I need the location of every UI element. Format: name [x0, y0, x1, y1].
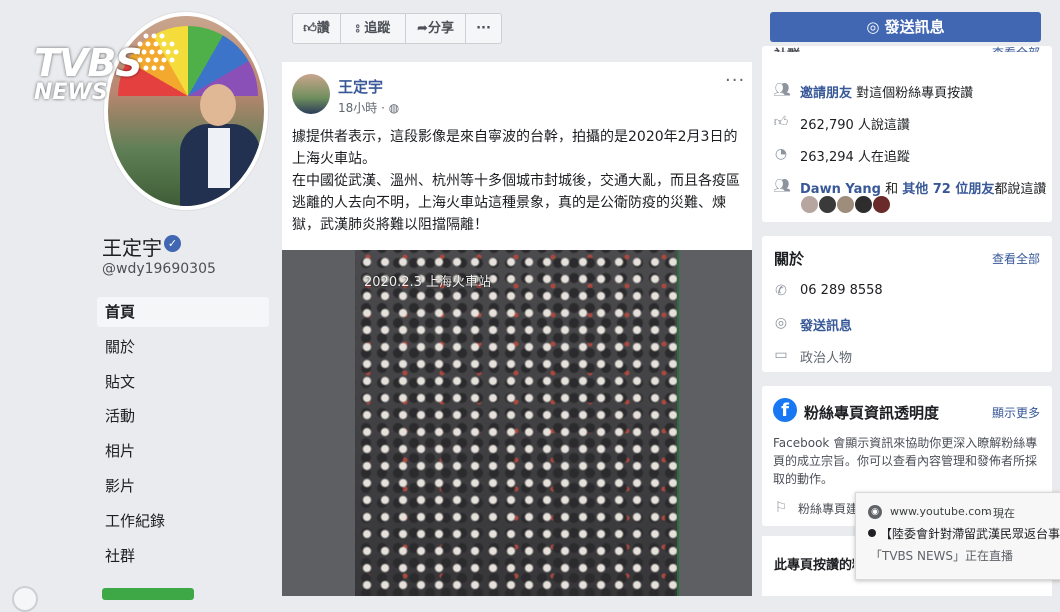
post-video[interactable] — [355, 250, 679, 596]
follow-button[interactable]: ⦂ 追蹤 — [341, 14, 406, 43]
friend-avatar[interactable] — [872, 195, 891, 214]
notification-title: 【陸委會針對滯留武漢民眾返台事宜 — [880, 527, 1060, 541]
transparency-text: Facebook 會顯示資訊來協助你更深入瞭解粉絲專頁的成立宗旨。你可以查看內容… — [773, 436, 1038, 486]
liked-pages-heading: 此專頁按讚的粉 — [774, 558, 854, 573]
notification-time: · 現在 — [986, 507, 1015, 520]
round-icon[interactable] — [12, 586, 38, 612]
post-author-name[interactable]: 王定宇 — [338, 76, 383, 97]
video-caption: 2020.2.3 上海火車站 — [364, 275, 492, 290]
friend-avatar[interactable] — [800, 195, 819, 214]
youtube-notification[interactable]: ◉ www.youtube.com · 現在 【陸委會針對滯留武漢民眾返台事宜 … — [855, 492, 1060, 580]
nav-item-about[interactable]: 關於 — [97, 332, 269, 362]
post-timestamp[interactable]: 18小時 · ◍ — [338, 99, 399, 116]
follows-count: 263,294 人在追蹤 — [800, 150, 910, 165]
messenger-icon: ◎ — [774, 315, 788, 331]
page-history-link[interactable]: 粉絲專頁建 — [798, 500, 858, 517]
transparency-heading: 粉絲專頁資訊透明度 — [804, 404, 940, 422]
nav-item-videos[interactable]: 影片 — [97, 471, 269, 501]
about-heading: 關於 — [774, 250, 805, 268]
other-friends-link[interactable]: 其他 72 位朋友 — [902, 182, 994, 197]
about-see-all-link[interactable]: 查看全部 — [992, 250, 1040, 267]
friend-avatar[interactable] — [818, 195, 837, 214]
flag-icon: ⚐ — [774, 500, 788, 516]
verified-badge-icon: ✓ — [164, 235, 181, 252]
messenger-icon: ◎ — [866, 18, 885, 36]
invite-friends-icon: 👥︎ — [773, 82, 791, 98]
chrome-icon: ◉ — [868, 505, 882, 519]
rss-icon: ⦂ — [355, 21, 365, 36]
friend-avatar[interactable] — [854, 195, 873, 214]
post-body-text: 據提供者表示，這段影像是來自寧波的台幹，拍攝的是2020年2月3日的上海火車站。… — [292, 129, 740, 233]
post-author-avatar[interactable] — [292, 74, 330, 114]
notification-channel: 「TVBS NEWS」正在直播 — [870, 549, 1014, 563]
like-button[interactable]: 👍︎讚 — [293, 14, 341, 43]
phone-number[interactable]: 06 289 8558 — [800, 283, 883, 298]
invite-friends-link[interactable]: 邀請朋友 — [800, 86, 852, 101]
likes-count: 262,790 人說這讚 — [800, 118, 910, 133]
cta-button[interactable] — [102, 588, 194, 600]
thumbs-up-icon: 👍︎ — [303, 21, 317, 36]
page-action-bar: 👍︎讚 ⦂ 追蹤 ➦分享 ··· — [292, 13, 502, 44]
bullet-icon — [868, 529, 876, 537]
friends-icon: 👥︎ — [773, 178, 791, 194]
about-send-message-link[interactable]: 發送訊息 — [800, 315, 852, 334]
invite-row: 邀請朋友 對這個粉絲專頁按讚 — [800, 86, 974, 101]
category-icon: ▭ — [774, 347, 788, 363]
nav-item-events[interactable]: 活動 — [97, 401, 269, 431]
nav-item-photos[interactable]: 相片 — [97, 436, 269, 466]
friends-like-row: Dawn Yang 和 其他 72 位朋友都說這讚 — [800, 182, 1047, 197]
notification-site: www.youtube.com — [890, 505, 992, 518]
nav-item-home[interactable]: 首頁 — [97, 297, 269, 327]
facebook-icon: f — [773, 398, 797, 422]
share-button[interactable]: ➦分享 — [406, 14, 466, 43]
globe-icon: ◍ — [388, 101, 400, 115]
phone-icon: ✆ — [775, 283, 787, 299]
page-handle[interactable]: @wdy19690305 — [102, 261, 216, 277]
post-more-button[interactable]: ··· — [725, 70, 745, 91]
share-arrow-icon: ➦ — [417, 21, 428, 36]
community-heading: 社群 — [774, 44, 800, 52]
tvbs-dots-icon — [133, 33, 179, 71]
thumbs-up-icon: 👍︎ — [773, 114, 789, 130]
rss-icon: ◔ — [774, 146, 788, 162]
community-see-all-link[interactable]: 查看全部 — [992, 44, 1040, 52]
nav-item-community[interactable]: 社群 — [97, 541, 269, 571]
more-options-button[interactable]: ··· — [466, 14, 501, 43]
nav-item-posts[interactable]: 貼文 — [97, 367, 269, 397]
send-message-button[interactable]: ◎ 發送訊息 — [770, 12, 1041, 42]
friend-avatar[interactable] — [836, 195, 855, 214]
nav-item-jobs[interactable]: 工作紀錄 — [97, 506, 269, 536]
page-name[interactable]: 王定宇 — [102, 232, 162, 261]
transparency-show-more-link[interactable]: 顯示更多 — [992, 404, 1040, 421]
page-category[interactable]: 政治人物 — [800, 347, 852, 366]
